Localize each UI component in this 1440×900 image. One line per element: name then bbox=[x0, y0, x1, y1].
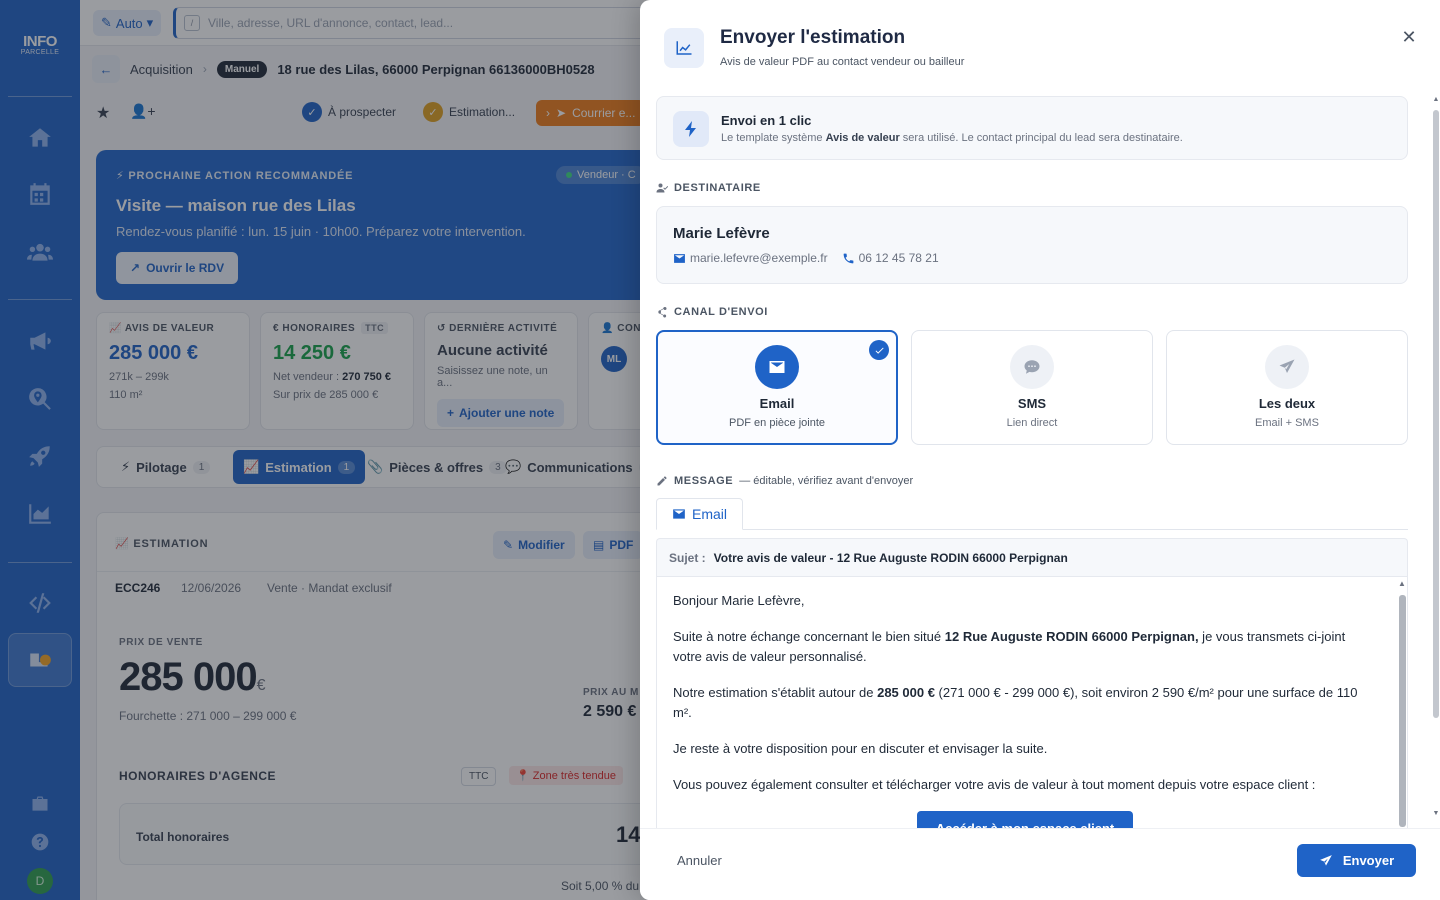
envelope-icon bbox=[673, 509, 685, 519]
recipient-email: marie.lefevre@exemple.fr bbox=[673, 251, 828, 265]
send-button[interactable]: Envoyer bbox=[1297, 844, 1416, 877]
client-space-button[interactable]: Accéder à mon espace client bbox=[917, 811, 1133, 828]
recipient-card: Marie Lefèvre marie.lefevre@exemple.fr 0… bbox=[656, 206, 1408, 284]
channel-sublabel: PDF en pièce jointe bbox=[729, 417, 825, 429]
scroll-up-icon[interactable]: ▲ bbox=[1398, 579, 1406, 588]
message-scrollbar[interactable]: ▲ bbox=[1396, 577, 1407, 828]
recipient-label-text: DESTINATAIRE bbox=[674, 182, 761, 194]
cancel-button[interactable]: Annuler bbox=[677, 853, 722, 868]
envelope-icon bbox=[674, 253, 685, 263]
paper-plane-icon bbox=[1265, 345, 1309, 389]
scrollbar-thumb[interactable] bbox=[1399, 595, 1406, 827]
one-click-title: Envoi en 1 clic bbox=[721, 113, 812, 128]
scroll-down-icon[interactable]: ▼ bbox=[1432, 810, 1440, 817]
chat-icon bbox=[1010, 345, 1054, 389]
tab-email-label: Email bbox=[691, 506, 727, 522]
channel-label: Email bbox=[759, 396, 795, 411]
channel-label: Les deux bbox=[1258, 396, 1316, 411]
chart-line-icon bbox=[664, 28, 704, 68]
one-click-description: Le template système Avis de valeur sera … bbox=[721, 132, 1183, 144]
drawer-title: Envoyer l'estimation bbox=[720, 27, 906, 48]
message-price: 285 000 € bbox=[877, 685, 935, 700]
check-icon bbox=[869, 340, 889, 360]
message-label-text: MESSAGE bbox=[674, 475, 734, 487]
subject-value: Votre avis de valeur - 12 Rue Auguste RO… bbox=[713, 550, 1068, 565]
close-icon[interactable]: ✕ bbox=[1398, 26, 1420, 48]
message-paragraph: Suite à notre échange concernant le bien… bbox=[673, 627, 1373, 667]
drawer-scrollbar[interactable]: ▲ ▼ bbox=[1432, 96, 1440, 822]
share-icon bbox=[658, 306, 667, 318]
recipient-phone-text: 06 12 45 78 21 bbox=[858, 251, 939, 265]
drawer-header: Envoyer l'estimation Avis de valeur PDF … bbox=[640, 0, 1440, 88]
channel-label-text: CANAL D'ENVOI bbox=[674, 306, 768, 318]
message-body[interactable]: Bonjour Marie Lefèvre, Suite à notre éch… bbox=[673, 591, 1373, 828]
drawer-footer: Annuler Envoyer bbox=[640, 828, 1440, 900]
one-click-text: sera utilisé. Le contact principal du le… bbox=[899, 132, 1183, 144]
recipient-name: Marie Lefèvre bbox=[673, 225, 770, 242]
subject-field[interactable]: Sujet : Votre avis de valeur - 12 Rue Au… bbox=[656, 538, 1408, 576]
pencil-icon bbox=[657, 476, 667, 486]
message-section-label: MESSAGE — éditable, vérifiez avant d'env… bbox=[656, 475, 913, 487]
phone-icon bbox=[843, 253, 853, 263]
drawer-subtitle: Avis de valeur PDF au contact vendeur ou… bbox=[720, 56, 965, 68]
message-text: Notre estimation s'établit autour de bbox=[673, 685, 878, 700]
bolt-icon bbox=[673, 111, 709, 147]
recipient-phone: 06 12 45 78 21 bbox=[842, 251, 939, 265]
user-check-icon bbox=[656, 183, 668, 193]
message-text: Suite à notre échange concernant le bien… bbox=[673, 629, 945, 644]
channel-sublabel: Lien direct bbox=[1006, 417, 1058, 429]
paper-plane-icon bbox=[1320, 854, 1332, 866]
one-click-text: Le template système bbox=[721, 132, 826, 144]
recipient-contacts: marie.lefevre@exemple.fr 06 12 45 78 21 bbox=[673, 251, 939, 265]
envelope-icon bbox=[755, 345, 799, 389]
channel-label: SMS bbox=[1017, 396, 1047, 411]
message-address: 12 Rue Auguste RODIN 66000 Perpignan, bbox=[944, 629, 1199, 644]
channel-option-sms[interactable]: SMS Lien direct bbox=[911, 330, 1153, 445]
send-estimation-drawer: Envoyer l'estimation Avis de valeur PDF … bbox=[640, 0, 1440, 900]
tab-email[interactable]: Email bbox=[656, 498, 743, 530]
channel-option-email[interactable]: Email PDF en pièce jointe bbox=[656, 330, 898, 445]
template-name: Avis de valeur bbox=[825, 132, 900, 144]
message-paragraph: Vous pouvez également consulter et téléc… bbox=[673, 777, 1316, 792]
message-paragraph: Je reste à votre disposition pour en dis… bbox=[673, 741, 1048, 756]
message-paragraph: Notre estimation s'établit autour de 285… bbox=[673, 683, 1373, 723]
send-label: Envoyer bbox=[1342, 853, 1395, 868]
scroll-up-icon[interactable]: ▲ bbox=[1432, 96, 1440, 103]
recipient-email-text: marie.lefevre@exemple.fr bbox=[690, 251, 828, 265]
message-tabs: Email bbox=[656, 498, 1408, 530]
recipient-section-label: DESTINATAIRE bbox=[656, 182, 761, 194]
message-hint: — éditable, vérifiez avant d'envoyer bbox=[739, 475, 914, 487]
one-click-info: Envoi en 1 clic Le template système Avis… bbox=[656, 96, 1408, 160]
message-greeting: Bonjour Marie Lefèvre, bbox=[673, 593, 805, 608]
scrollbar-thumb[interactable] bbox=[1433, 110, 1439, 718]
channel-sublabel: Email + SMS bbox=[1255, 417, 1319, 429]
message-body-editor[interactable]: Bonjour Marie Lefèvre, Suite à notre éch… bbox=[656, 576, 1408, 828]
channel-section-label: CANAL D'ENVOI bbox=[656, 306, 768, 318]
subject-label: Sujet : bbox=[669, 550, 706, 565]
channel-option-both[interactable]: Les deux Email + SMS bbox=[1166, 330, 1408, 445]
